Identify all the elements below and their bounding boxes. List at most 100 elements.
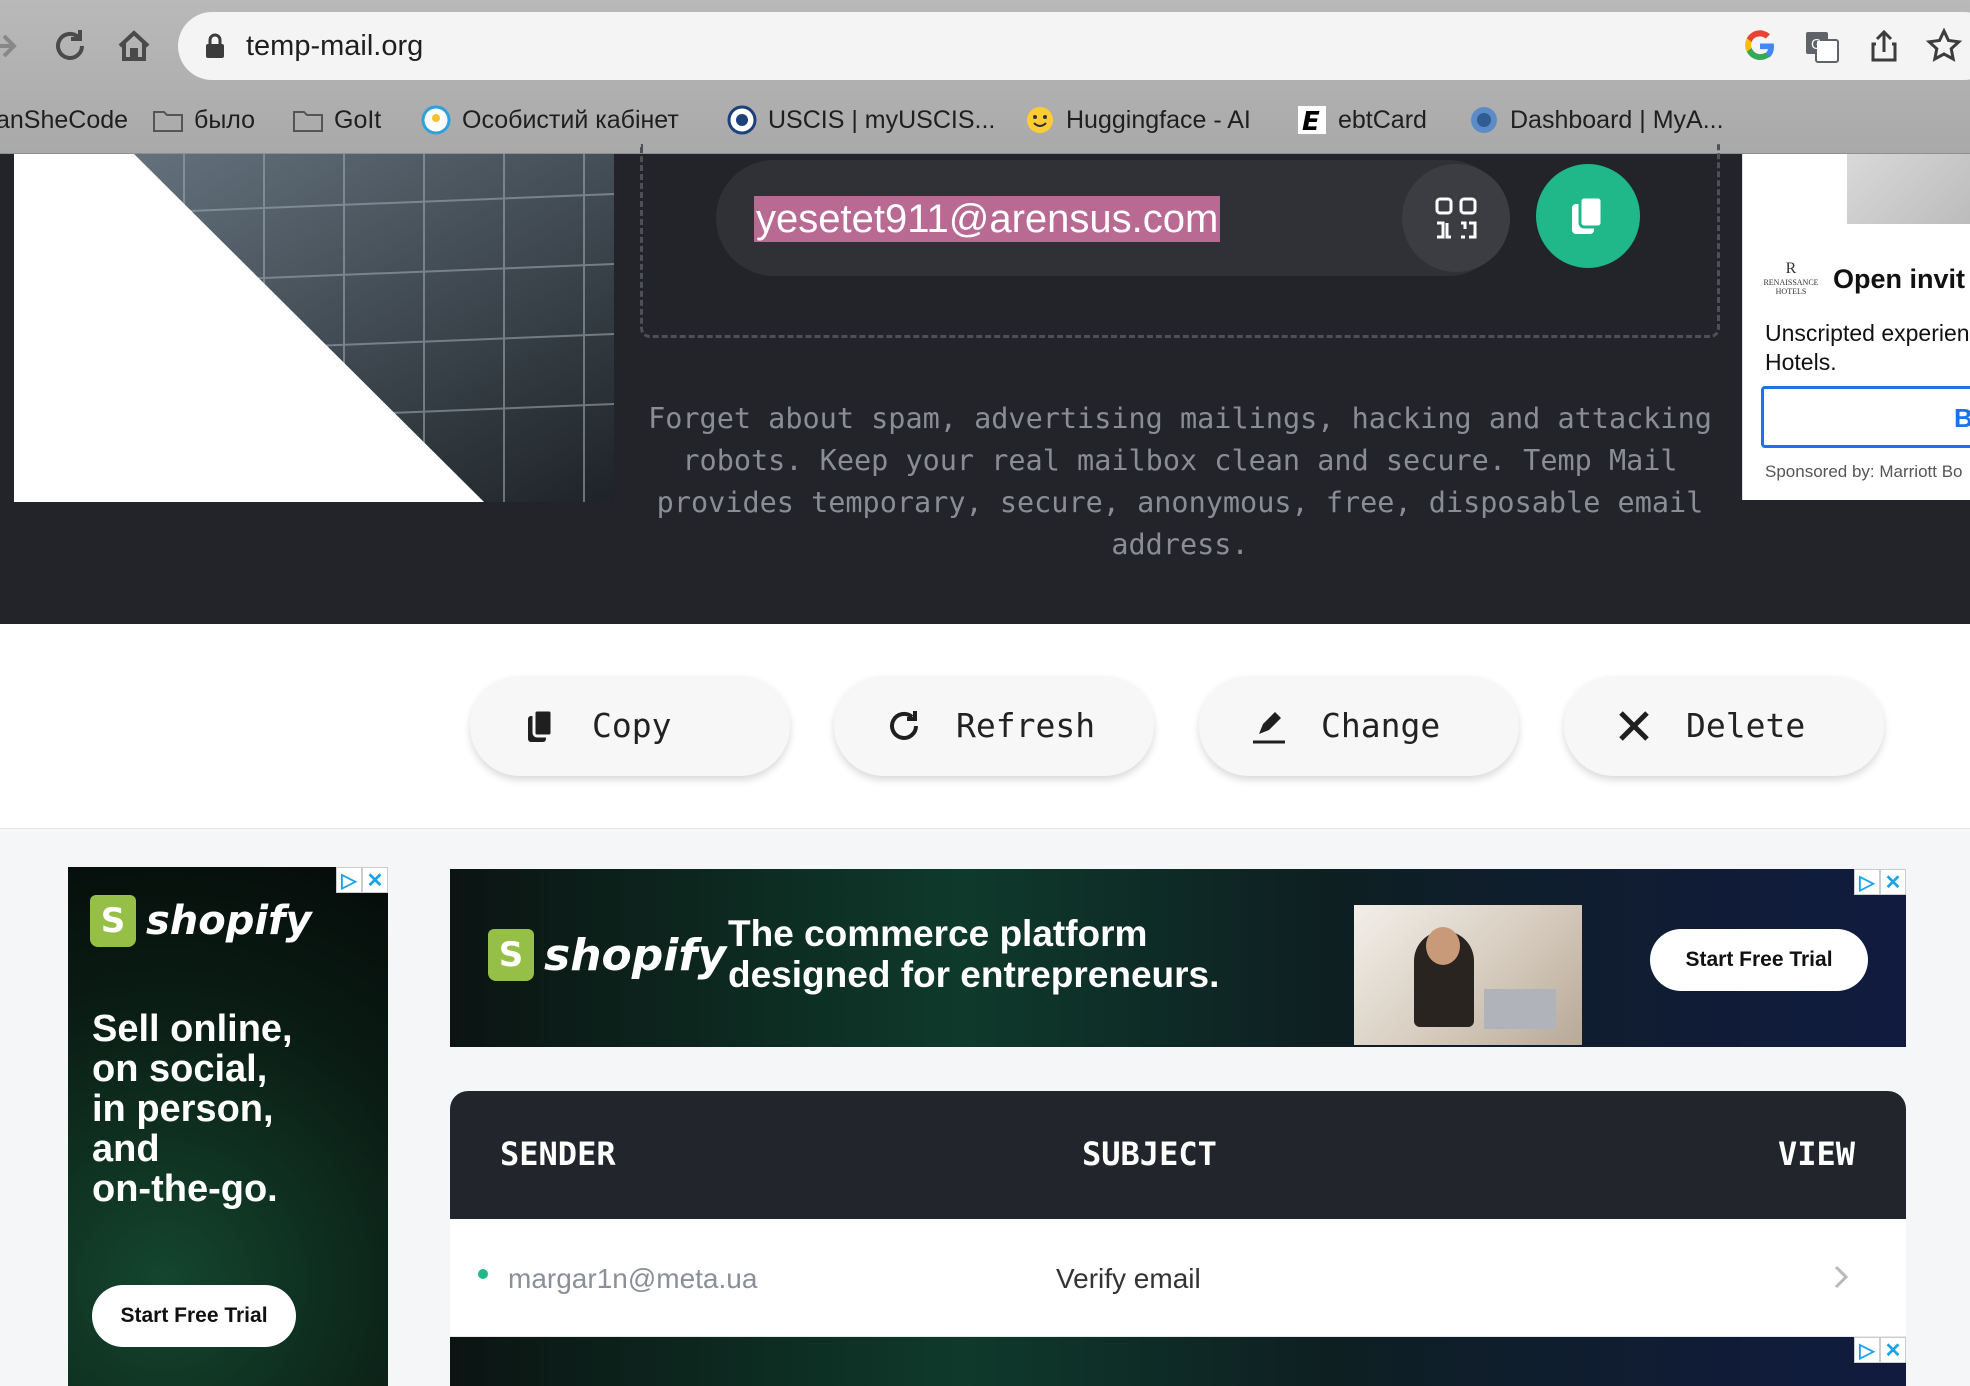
bookmark-item[interactable]: USCIS | myUSCIS...: [726, 102, 995, 138]
refresh-button[interactable]: Refresh: [834, 676, 1154, 776]
bookmark-label: ebtCard: [1338, 105, 1427, 134]
translate-icon[interactable]: G: [1802, 26, 1842, 66]
bookmark-label: GoIt: [334, 105, 382, 134]
adchoices-icon[interactable]: ▷: [336, 867, 362, 893]
hugging-face-icon: [1024, 104, 1056, 136]
content-area: ▷ ✕ S shopify Sell online, on social, in p…: [0, 828, 1970, 1386]
shopify-bag-icon: S: [90, 895, 136, 947]
refresh-label: Refresh: [956, 706, 1096, 745]
adchoices-icon[interactable]: ▷: [1854, 869, 1880, 895]
ad-sponsored-text: Sponsored by: Marriott Bo: [1765, 462, 1963, 481]
row-sender[interactable]: margar1n@meta.ua: [508, 1263, 757, 1295]
home-icon[interactable]: [110, 22, 158, 70]
email-address[interactable]: yesetet911@arensus.com: [754, 196, 1221, 242]
folder-icon: [152, 104, 184, 136]
qr-code-button[interactable]: [1402, 164, 1510, 272]
svg-text:E: E: [1302, 107, 1320, 136]
ad-close-icon[interactable]: ✕: [1880, 869, 1906, 895]
browser-chrome: temp-mail.org G anSheCode было GoIt Особ…: [0, 0, 1970, 154]
bookmark-item[interactable]: Dashboard | MyA...: [1468, 102, 1724, 138]
address-bar[interactable]: temp-mail.org G: [178, 12, 1970, 80]
copy-icon: [1572, 195, 1604, 234]
change-button[interactable]: Change: [1199, 676, 1519, 776]
ad-close-icon[interactable]: ✕: [1880, 1337, 1906, 1363]
bookmark-label: Dashboard | MyA...: [1510, 105, 1724, 134]
ad-title: Open invit: [1833, 264, 1966, 294]
bookmark-label: Особистий кабінет: [462, 105, 679, 134]
bookmark-folder[interactable]: было: [152, 102, 255, 138]
bookmark-item[interactable]: Особистий кабінет: [420, 102, 679, 138]
hero-tagline: Forget about spam, advertising mailings,…: [648, 402, 1712, 561]
bookmark-label: USCIS | myUSCIS...: [768, 105, 996, 134]
inbox-table: SENDER SUBJECT VIEW margar1n@meta.ua Ver…: [450, 1091, 1906, 1386]
bookmark-item[interactable]: anSheCode: [0, 102, 128, 138]
dashboard-favicon-icon: [1468, 104, 1500, 136]
copy-email-button[interactable]: [1536, 164, 1640, 268]
action-bar: Copy Refresh Change Delete: [0, 624, 1970, 828]
bookmark-label: Huggingface - AI: [1066, 105, 1251, 134]
delete-button[interactable]: Delete: [1564, 676, 1884, 776]
change-label: Change: [1321, 706, 1441, 745]
bookmark-label: было: [194, 105, 256, 134]
share-icon[interactable]: [1864, 26, 1904, 66]
chevron-right-icon[interactable]: [1826, 1259, 1856, 1295]
refresh-icon: [890, 711, 918, 740]
inbox-header: SENDER SUBJECT VIEW: [450, 1091, 1906, 1219]
shopify-side-ad[interactable]: ▷ ✕ S shopify Sell online, on social, in p…: [68, 867, 388, 1386]
shopify-banner-ad[interactable]: ▷ ✕ S shopify The commerce platform desi…: [450, 869, 1906, 1047]
url-text: temp-mail.org: [246, 30, 424, 62]
hotel-ad[interactable]: R RENAISSANCE HOTELS Open invit Unscripted…: [1742, 154, 1970, 500]
subject-column-header: SUBJECT: [1082, 1135, 1217, 1173]
view-column-header: VIEW: [1778, 1135, 1856, 1173]
banner-headline: The commerce platform designed for entre…: [728, 913, 1219, 995]
ad-body: Unscripted experien Hotels.: [1765, 320, 1970, 375]
banner-photo: [1354, 905, 1582, 1045]
edit-icon: [1253, 712, 1285, 744]
shopify-wordmark: shopify: [544, 929, 727, 981]
ad-controls: ▷ ✕: [336, 867, 388, 893]
copy-icon: [528, 708, 554, 742]
table-row[interactable]: margar1n@meta.ua Verify email: [450, 1219, 1906, 1337]
row-subject[interactable]: Verify email: [1056, 1263, 1201, 1295]
shopify-wordmark: shopify: [146, 898, 312, 944]
bookmark-folder[interactable]: GoIt: [292, 102, 381, 138]
ebt-favicon-icon: E: [1296, 104, 1328, 136]
hero-section: yesetet911@arensus.com Forget about spam…: [0, 144, 1970, 624]
uscis-seal-icon: [726, 104, 758, 136]
side-ad-cta-button[interactable]: Start Free Trial: [92, 1285, 296, 1347]
adchoices-icon[interactable]: ▷: [1854, 1337, 1880, 1363]
side-ad-text: Sell online, on social, in person, and on-th…: [92, 1008, 293, 1210]
forward-icon[interactable]: [0, 22, 26, 70]
ad-image: [1847, 154, 1970, 224]
bookmark-item[interactable]: Huggingface - AI: [1024, 102, 1251, 138]
svg-text:G: G: [1811, 38, 1821, 53]
close-icon: [1619, 711, 1649, 741]
google-icon[interactable]: [1740, 26, 1780, 66]
reload-icon[interactable]: [46, 22, 94, 70]
hero-image: [14, 154, 614, 502]
inline-ad[interactable]: ▷ ✕: [450, 1337, 1906, 1386]
delete-label: Delete: [1686, 706, 1806, 745]
qr-code-icon: [1435, 197, 1477, 239]
email-address-field[interactable]: yesetet911@arensus.com: [716, 160, 1506, 276]
renaissance-logo: R RENAISSANCE HOTELS: [1763, 260, 1819, 296]
ad-button[interactable]: B: [1761, 386, 1970, 448]
copy-label: Copy: [592, 706, 672, 745]
ad-close-icon[interactable]: ✕: [362, 867, 388, 893]
banner-headline-line-2: designed for entrepreneurs.: [728, 954, 1220, 995]
ad-controls: ▷ ✕: [1854, 1337, 1906, 1363]
lock-icon: [206, 33, 224, 58]
banner-headline-line-1: The commerce platform: [728, 913, 1148, 954]
banner-cta-button[interactable]: Start Free Trial: [1650, 929, 1868, 991]
shopify-logo: S shopify: [90, 895, 312, 947]
copy-button[interactable]: Copy: [470, 676, 790, 776]
star-icon[interactable]: [1924, 26, 1964, 66]
sender-column-header: SENDER: [500, 1135, 616, 1173]
unread-dot-icon: [478, 1269, 488, 1279]
bookmark-item[interactable]: E ebtCard: [1296, 102, 1427, 138]
shopify-bag-icon: S: [488, 929, 534, 981]
shopify-logo: S shopify: [488, 929, 726, 981]
ad-controls: ▷ ✕: [1854, 869, 1906, 895]
cabinet-favicon-icon: [420, 104, 452, 136]
bookmarks-bar: anSheCode было GoIt Особистий кабінет US…: [0, 96, 1970, 146]
